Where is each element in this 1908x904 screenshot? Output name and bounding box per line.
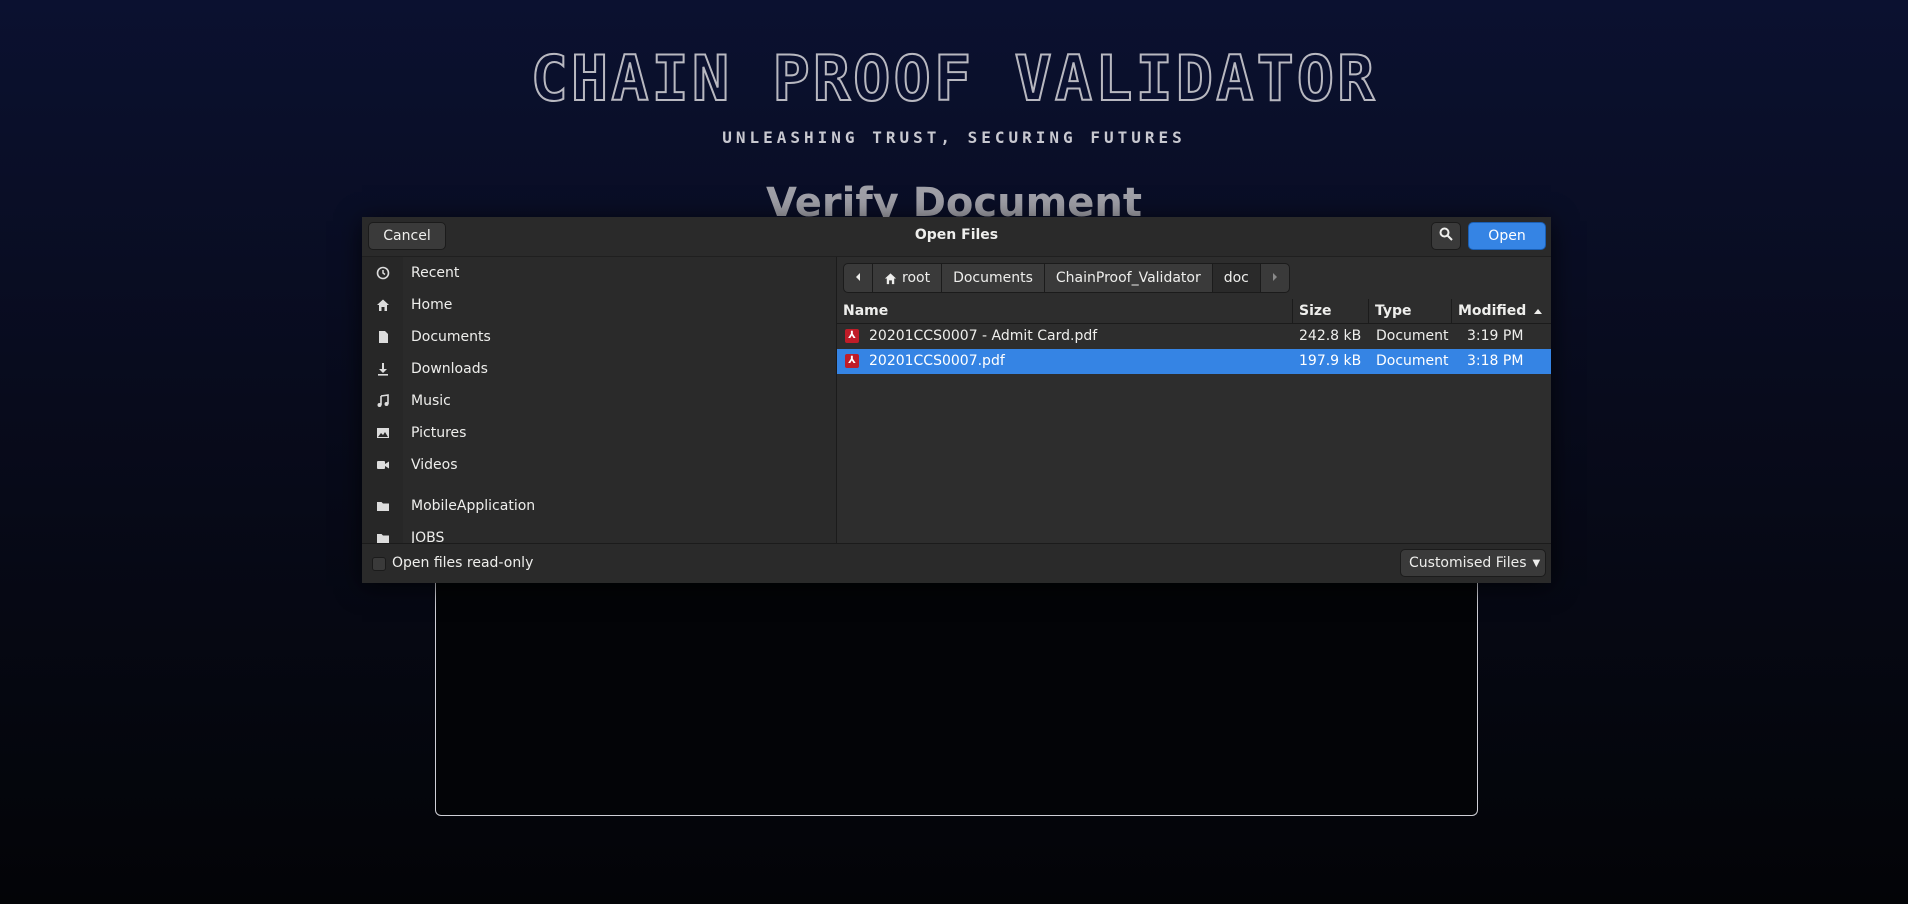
column-header-type[interactable]: Type: [1369, 299, 1452, 323]
open-button[interactable]: Open: [1468, 222, 1546, 250]
sidebar-item-pictures[interactable]: Pictures: [362, 417, 836, 449]
dialog-headerbar: Cancel Open Files Open: [362, 217, 1551, 257]
chevron-right-icon: [1271, 270, 1279, 286]
path-forward-button[interactable]: [1259, 263, 1290, 293]
places-sidebar: Recent Home Documents Downloads Music Pi…: [362, 257, 837, 543]
file-chooser-dialog: Cancel Open Files Open Recent Home Docum…: [362, 217, 1551, 583]
file-size: 197.9 kB: [1299, 353, 1362, 369]
sort-ascending-icon: [1533, 299, 1543, 323]
sidebar-item-label: Music: [411, 393, 451, 409]
sidebar-item-label: Downloads: [411, 361, 488, 377]
path-bar: root Documents ChainProof_Validator doc: [843, 263, 1290, 293]
column-header-modified[interactable]: Modified: [1452, 299, 1551, 323]
sidebar-item-label: MobileApplication: [411, 498, 536, 514]
sidebar-item-mobileapplication[interactable]: MobileApplication: [362, 490, 836, 522]
sidebar-item-videos[interactable]: Videos: [362, 449, 836, 481]
path-crumb-documents[interactable]: Documents: [941, 263, 1045, 293]
dialog-footer: Open files read-only Customised Files ▼: [362, 543, 1551, 583]
file-size: 242.8 kB: [1299, 328, 1362, 344]
read-only-label[interactable]: Open files read-only: [392, 555, 533, 571]
picture-icon: [375, 425, 391, 441]
file-row[interactable]: ⅄ 20201CCS0007.pdf 197.9 kB Document 3:1…: [837, 349, 1551, 374]
folder-icon: [375, 498, 391, 514]
chevron-left-icon: [854, 270, 862, 286]
file-filter-label: Customised Files: [1409, 555, 1527, 571]
file-name: 20201CCS0007 - Admit Card.pdf: [869, 328, 1098, 344]
video-icon: [375, 457, 391, 473]
file-name: 20201CCS0007.pdf: [869, 353, 1005, 369]
pdf-file-icon: ⅄: [845, 354, 859, 368]
path-back-button[interactable]: [843, 263, 873, 293]
file-type: Document: [1376, 328, 1449, 344]
sidebar-item-recent[interactable]: Recent: [362, 257, 836, 289]
sidebar-item-label: Documents: [411, 329, 491, 345]
upload-panel: [435, 560, 1478, 816]
file-filter-dropdown[interactable]: Customised Files ▼: [1400, 549, 1546, 577]
path-crumb-doc[interactable]: doc: [1211, 263, 1261, 293]
sidebar-item-jobs[interactable]: JOBS: [362, 522, 836, 543]
folder-icon: [375, 530, 391, 543]
music-icon: [375, 393, 391, 409]
document-icon: [375, 329, 391, 345]
file-list: Name Size Type Modified ⅄ 20201CCS0007 -…: [837, 299, 1551, 543]
home-icon: [884, 272, 897, 285]
home-icon: [375, 297, 391, 313]
sidebar-item-home[interactable]: Home: [362, 289, 836, 321]
sidebar-item-documents[interactable]: Documents: [362, 321, 836, 353]
read-only-checkbox[interactable]: [372, 557, 386, 571]
chevron-down-icon: ▼: [1532, 557, 1541, 569]
search-icon: [1439, 227, 1453, 245]
file-modified: 3:19 PM: [1467, 328, 1524, 344]
file-row[interactable]: ⅄ 20201CCS0007 - Admit Card.pdf 242.8 kB…: [837, 324, 1551, 349]
sidebar-item-music[interactable]: Music: [362, 385, 836, 417]
sidebar-item-downloads[interactable]: Downloads: [362, 353, 836, 385]
column-header-label: Modified: [1458, 303, 1527, 319]
dialog-title: Open Files: [914, 227, 999, 243]
path-crumb-label: root: [902, 270, 931, 286]
path-crumb-root[interactable]: root: [872, 263, 943, 293]
path-crumb-chainproof-validator[interactable]: ChainProof_Validator: [1043, 263, 1213, 293]
sidebar-item-label: Videos: [411, 457, 458, 473]
download-icon: [375, 361, 391, 377]
sidebar-item-label: Pictures: [411, 425, 467, 441]
column-header-name[interactable]: Name: [837, 299, 1293, 323]
pdf-file-icon: ⅄: [845, 329, 859, 343]
search-button[interactable]: [1431, 222, 1461, 250]
sidebar-item-label: JOBS: [411, 530, 445, 543]
app-subtitle: UNLEASHING TRUST, SECURING FUTURES: [722, 128, 1186, 147]
file-modified: 3:18 PM: [1467, 353, 1524, 369]
column-header-size[interactable]: Size: [1293, 299, 1369, 323]
sidebar-item-label: Home: [411, 297, 453, 313]
file-list-header: Name Size Type Modified: [837, 299, 1551, 324]
app-title: CHAIN PROOF VALIDATOR: [530, 41, 1378, 116]
file-type: Document: [1376, 353, 1449, 369]
sidebar-item-label: Recent: [411, 265, 460, 281]
clock-icon: [375, 265, 391, 281]
